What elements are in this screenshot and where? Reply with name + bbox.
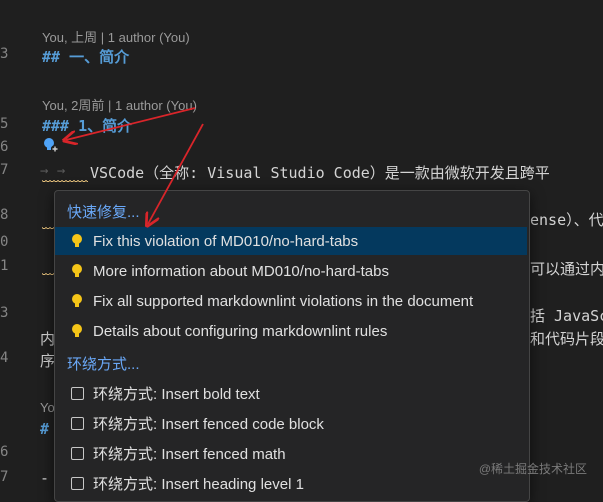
lightbulb-icon <box>69 233 85 249</box>
line-number: 6 <box>0 139 9 155</box>
line-number: 7 <box>0 162 9 178</box>
line-number: 8 <box>0 207 9 223</box>
code-line-fragment: 可以通过内 <box>530 260 603 278</box>
code-line-text: VSCode（全称: Visual Studio Code）是一款由微软开发且跨… <box>90 164 550 182</box>
line-number: 1 <box>0 258 9 274</box>
quick-fix-item[interactable]: Fix this violation of MD010/no-hard-tabs <box>55 227 527 255</box>
watermark: @稀土掘金技术社区 <box>478 462 587 476</box>
lint-warning-squiggle <box>42 272 54 276</box>
surround-item[interactable]: 环绕方式: Insert fenced code block <box>55 409 527 437</box>
heading-fragment: # <box>40 420 50 438</box>
line-number: 4 <box>0 350 9 366</box>
code-line-fragment: 括 JavaSc <box>530 307 603 325</box>
lint-warning-squiggle <box>42 226 54 230</box>
surround-item-label: 环绕方式: Insert fenced code block <box>93 415 324 433</box>
surround-header: 环绕方式... <box>67 356 140 373</box>
lint-warning-squiggle <box>42 179 88 183</box>
lightbulb-icon <box>69 293 85 309</box>
hard-tab-marker: → → <box>40 163 66 179</box>
surround-item[interactable]: 环绕方式: Insert fenced math <box>55 439 527 467</box>
code-line-fragment: 内 <box>40 330 56 348</box>
lightbulb-icon <box>69 263 85 279</box>
line-number: 0 <box>0 234 9 250</box>
surround-item-label: 环绕方式: Insert heading level 1 <box>93 475 304 493</box>
quick-fix-menu: 快速修复... Fix this violation of MD010/no-h… <box>54 190 530 502</box>
codelens-fragment: Yo <box>40 400 55 415</box>
heading-line: ### 1、简介 <box>42 117 133 135</box>
codelens-author[interactable]: You, 2周前 | 1 author (You) <box>42 95 197 114</box>
quick-fix-item-label: More information about MD010/no-hard-tab… <box>93 262 389 280</box>
code-line-fragment: 和代码片段 <box>530 330 603 348</box>
surround-item[interactable]: 环绕方式: Insert heading level 1 <box>55 469 527 497</box>
lightbulb-icon <box>69 323 85 339</box>
checkbox-icon <box>69 416 85 430</box>
quick-fix-header: 快速修复... <box>67 204 140 221</box>
quick-fix-item[interactable]: More information about MD010/no-hard-tab… <box>55 257 527 285</box>
heading-line: ## 一、简介 <box>42 48 130 66</box>
surround-item[interactable]: 环绕方式: Insert bold text <box>55 379 527 407</box>
surround-item-label: 环绕方式: Insert bold text <box>93 385 260 403</box>
line-number: 6 <box>0 444 9 460</box>
checkbox-icon <box>69 446 85 460</box>
quick-fix-item-label: Fix all supported markdownlint violation… <box>93 292 474 310</box>
line-number: 3 <box>0 46 9 62</box>
checkbox-icon <box>69 386 85 400</box>
quick-fix-item-label: Details about configuring markdownlint r… <box>93 322 388 340</box>
line-number: 3 <box>0 305 9 321</box>
surround-item-label: 环绕方式: Insert fenced math <box>93 445 286 463</box>
quick-fix-item[interactable]: Fix all supported markdownlint violation… <box>55 287 527 315</box>
quick-fix-item-label: Fix this violation of MD010/no-hard-tabs <box>93 232 359 250</box>
line-number: 5 <box>0 116 9 132</box>
line-number: 7 <box>0 469 9 485</box>
quick-fix-item[interactable]: Details about configuring markdownlint r… <box>55 317 527 345</box>
code-line-fragment: 序 <box>40 352 56 370</box>
code-line-fragment: - <box>40 469 50 487</box>
lightbulb-quickfix-icon[interactable] <box>42 136 60 154</box>
code-line-fragment: ense）、代 <box>530 211 603 229</box>
codelens-author[interactable]: You, 上周 | 1 author (You) <box>42 27 190 46</box>
checkbox-icon <box>69 476 85 490</box>
